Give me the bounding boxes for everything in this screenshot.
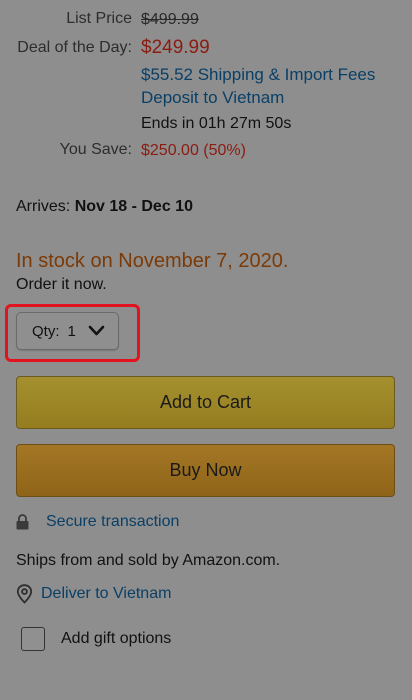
chevron-down-icon [88,325,105,336]
ships-from-info: Ships from and sold by Amazon.com. [16,552,281,569]
list-price-label: List Price [66,10,132,27]
gift-options-checkbox[interactable] [21,627,45,651]
shipping-fees-line2: Deposit to Vietnam [141,88,285,107]
deliver-to[interactable]: Deliver to Vietnam [16,584,171,604]
deal-price: $249.99 [141,37,210,58]
buy-now-button[interactable]: Buy Now [16,444,395,497]
list-price-value: $499.99 [141,11,199,28]
secure-transaction[interactable]: Secure transaction [16,513,179,531]
arrival-estimate: Arrives: Nov 18 - Dec 10 [16,198,193,216]
list-price-row: List Price $499.99 [0,6,412,33]
you-save-label: You Save: [59,141,132,158]
you-save-row: You Save: $250.00 (50%) [0,137,412,164]
deal-row: Deal of the Day: $249.99 $55.52 Shipping… [0,35,412,137]
location-pin-icon [16,584,33,604]
quantity-dropdown[interactable]: Qty: 1 [16,312,119,350]
arrives-dates: Nov 18 - Dec 10 [74,198,193,215]
deal-label: Deal of the Day: [17,39,132,56]
secure-transaction-link[interactable]: Secure transaction [46,513,179,531]
arrives-label: Arrives: [16,198,71,215]
gift-options[interactable]: Add gift options [21,627,171,651]
deliver-to-link[interactable]: Deliver to Vietnam [41,585,171,603]
deal-countdown: Ends in 01h 27m 50s [141,115,292,132]
quantity-value: 1 [67,322,76,340]
shipping-fees-line1: $55.52 Shipping & Import Fees [141,65,376,84]
shipping-fees-link[interactable]: $55.52 Shipping & Import Fees Deposit to… [141,61,412,109]
gift-options-label: Add gift options [61,630,172,647]
stock-status: In stock on November 7, 2020. [16,250,289,272]
quantity-label: Qty: [32,322,60,340]
add-to-cart-button[interactable]: Add to Cart [16,376,395,429]
order-now-note: Order it now. [16,276,107,293]
you-save-value: $250.00 (50%) [141,142,246,159]
price-details: List Price $499.99 Deal of the Day: $249… [0,6,412,164]
lock-icon [16,514,29,530]
